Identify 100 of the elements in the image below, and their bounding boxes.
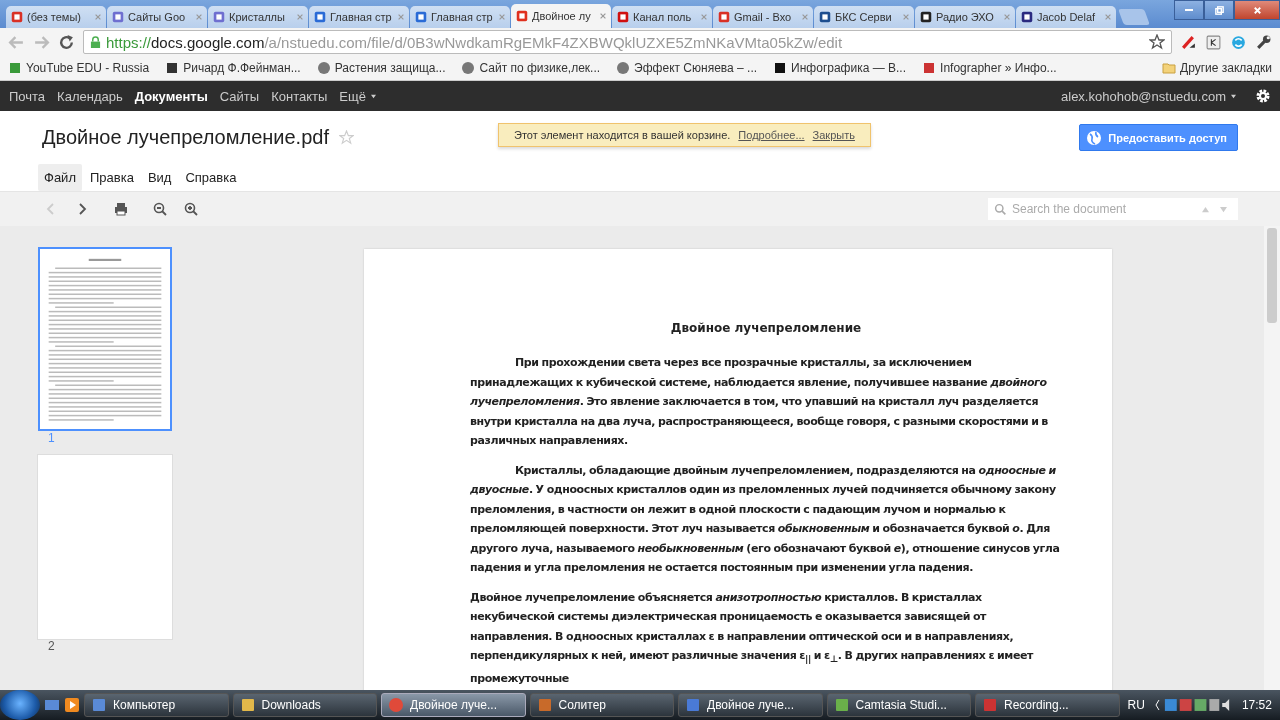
page-thumbnail[interactable] [38, 455, 172, 639]
menu-item[interactable]: Вид [141, 164, 178, 191]
close-icon[interactable] [397, 13, 405, 21]
bookmark-favicon-icon [165, 61, 180, 75]
menu-item[interactable]: Справка [179, 164, 243, 191]
extension-icon[interactable] [1180, 33, 1197, 51]
search-field[interactable]: Search the document [988, 198, 1238, 220]
reload-icon[interactable] [58, 33, 75, 51]
settings-icon[interactable] [1255, 88, 1271, 104]
bookmark-favicon-icon [922, 61, 937, 75]
bookmark-item[interactable]: YouTube EDU - Russia [8, 61, 150, 75]
close-icon[interactable] [1003, 13, 1011, 21]
tab-favicon-icon [919, 10, 933, 24]
next-result-icon[interactable] [1219, 206, 1228, 213]
tab-favicon-icon [616, 10, 630, 24]
minimize-button[interactable] [1174, 0, 1204, 20]
google-bar-link[interactable]: Календарь [57, 88, 123, 104]
close-icon[interactable] [599, 12, 607, 20]
google-bar-link[interactable]: Сайты [219, 88, 260, 104]
extension-icon[interactable] [1205, 33, 1222, 51]
app-icon [982, 697, 998, 713]
new-tab-button[interactable] [1118, 9, 1150, 25]
google-bar-link[interactable]: Ещё [339, 88, 377, 104]
start-button[interactable] [0, 690, 40, 720]
taskbar-button[interactable]: Компьютер [84, 693, 229, 717]
bookmark-favicon-icon [316, 61, 331, 75]
browser-tab[interactable]: Jacob Delaf [1016, 6, 1116, 28]
google-bar-link[interactable]: Контакты [271, 88, 328, 104]
back-icon[interactable] [8, 33, 25, 51]
app-icon [685, 697, 701, 713]
document-title: Двойное лучепреломление.pdf [42, 126, 329, 149]
wrench-icon[interactable] [1255, 33, 1272, 51]
menu-item[interactable]: Правка [83, 164, 140, 191]
taskbar-button[interactable]: Camtasia Studi... [826, 693, 971, 717]
zoom-in-icon[interactable] [183, 201, 199, 217]
page-number: 1 [48, 431, 56, 445]
taskbar-button[interactable]: Recording... [975, 693, 1120, 717]
browser-tab[interactable]: Канал поль [612, 6, 712, 28]
restore-icon [1213, 4, 1225, 16]
forward-icon[interactable] [33, 33, 50, 51]
close-button[interactable] [1234, 0, 1280, 20]
bookmark-folder[interactable]: Другие закладки [1162, 61, 1272, 75]
taskbar-button[interactable]: Двойное луче... [678, 693, 823, 717]
folder-icon [1162, 61, 1177, 75]
taskbar-button[interactable]: Двойное луче... [381, 693, 526, 717]
bookmark-item[interactable]: Infographer » Инфо... [922, 61, 1057, 75]
browser-tab[interactable]: Двойное лу [511, 4, 611, 28]
app-icon [388, 697, 404, 713]
close-icon[interactable] [94, 13, 102, 21]
tab-favicon-icon [10, 10, 24, 24]
bookmark-item[interactable]: Инфографика — В... [773, 61, 907, 75]
close-icon[interactable] [902, 13, 910, 21]
lock-icon [90, 35, 101, 49]
bookmark-item[interactable]: Эффект Сюняева – ... [616, 61, 758, 75]
browser-tab[interactable]: Кристаллы [208, 6, 308, 28]
tab-favicon-icon [818, 10, 832, 24]
google-bar-link[interactable]: Документы [134, 88, 208, 104]
zoom-out-icon[interactable] [152, 201, 168, 217]
media-player-icon[interactable] [64, 697, 80, 713]
notice-link[interactable]: Закрыть [812, 129, 855, 141]
maximize-button[interactable] [1204, 0, 1234, 20]
bookmark-item[interactable]: Ричард Ф.Фейнман... [165, 61, 301, 75]
bookmark-star-icon[interactable] [1149, 34, 1165, 50]
print-icon[interactable] [113, 201, 129, 217]
browser-tab[interactable]: Gmail - Вхо [713, 6, 813, 28]
browser-tab[interactable]: БКС Серви [814, 6, 914, 28]
close-icon[interactable] [1104, 13, 1112, 21]
google-bar-link[interactable]: Почта [9, 88, 46, 104]
taskbar-button[interactable]: Downloads [232, 693, 377, 717]
language-indicator[interactable]: RU [1127, 698, 1145, 712]
notice-link[interactable]: Подробнее... [738, 129, 805, 141]
desktop-icon[interactable] [44, 697, 60, 713]
close-icon[interactable] [195, 13, 203, 21]
close-icon[interactable] [296, 13, 304, 21]
notice-text: Этот элемент находится в вашей корзине. [514, 129, 731, 141]
close-icon[interactable] [498, 13, 506, 21]
tab-favicon-icon [717, 10, 731, 24]
tab-favicon-icon [1020, 10, 1034, 24]
scrollbar-thumb[interactable] [1267, 228, 1277, 323]
account-menu[interactable]: alex.kohohob@nstuedu.com [1061, 88, 1237, 104]
browser-tab[interactable]: Сайты Goo [107, 6, 207, 28]
star-icon[interactable] [339, 130, 354, 145]
scrollbar[interactable] [1264, 226, 1280, 690]
browser-tab[interactable]: (без темы) [6, 6, 106, 28]
clock: 17:52 [1241, 698, 1272, 712]
close-icon[interactable] [700, 13, 708, 21]
tab-favicon-icon [414, 10, 428, 24]
bookmark-item[interactable]: Растения защища... [316, 61, 446, 75]
browser-tab[interactable]: Радио ЭХО [915, 6, 1015, 28]
browser-tab[interactable]: Главная стр [410, 6, 510, 28]
previous-result-icon[interactable] [1201, 206, 1210, 213]
taskbar-button[interactable]: Солитер [529, 693, 674, 717]
address-bar[interactable]: https://docs.google.com/a/nstuedu.com/file/d/0B3wNwdkamRgEMkF4ZXBWQklUZXE5ZmNKaVMta05kZw/edit [83, 30, 1172, 54]
tab-favicon-icon [212, 10, 226, 24]
tab-favicon-icon [111, 10, 125, 24]
close-icon[interactable] [801, 13, 809, 21]
browser-tab[interactable]: Главная стр [309, 6, 409, 28]
bookmark-item[interactable]: Сайт по физике,лек... [461, 61, 601, 75]
menu-item[interactable]: Файл [38, 164, 82, 191]
minimize-icon [1185, 9, 1193, 11]
